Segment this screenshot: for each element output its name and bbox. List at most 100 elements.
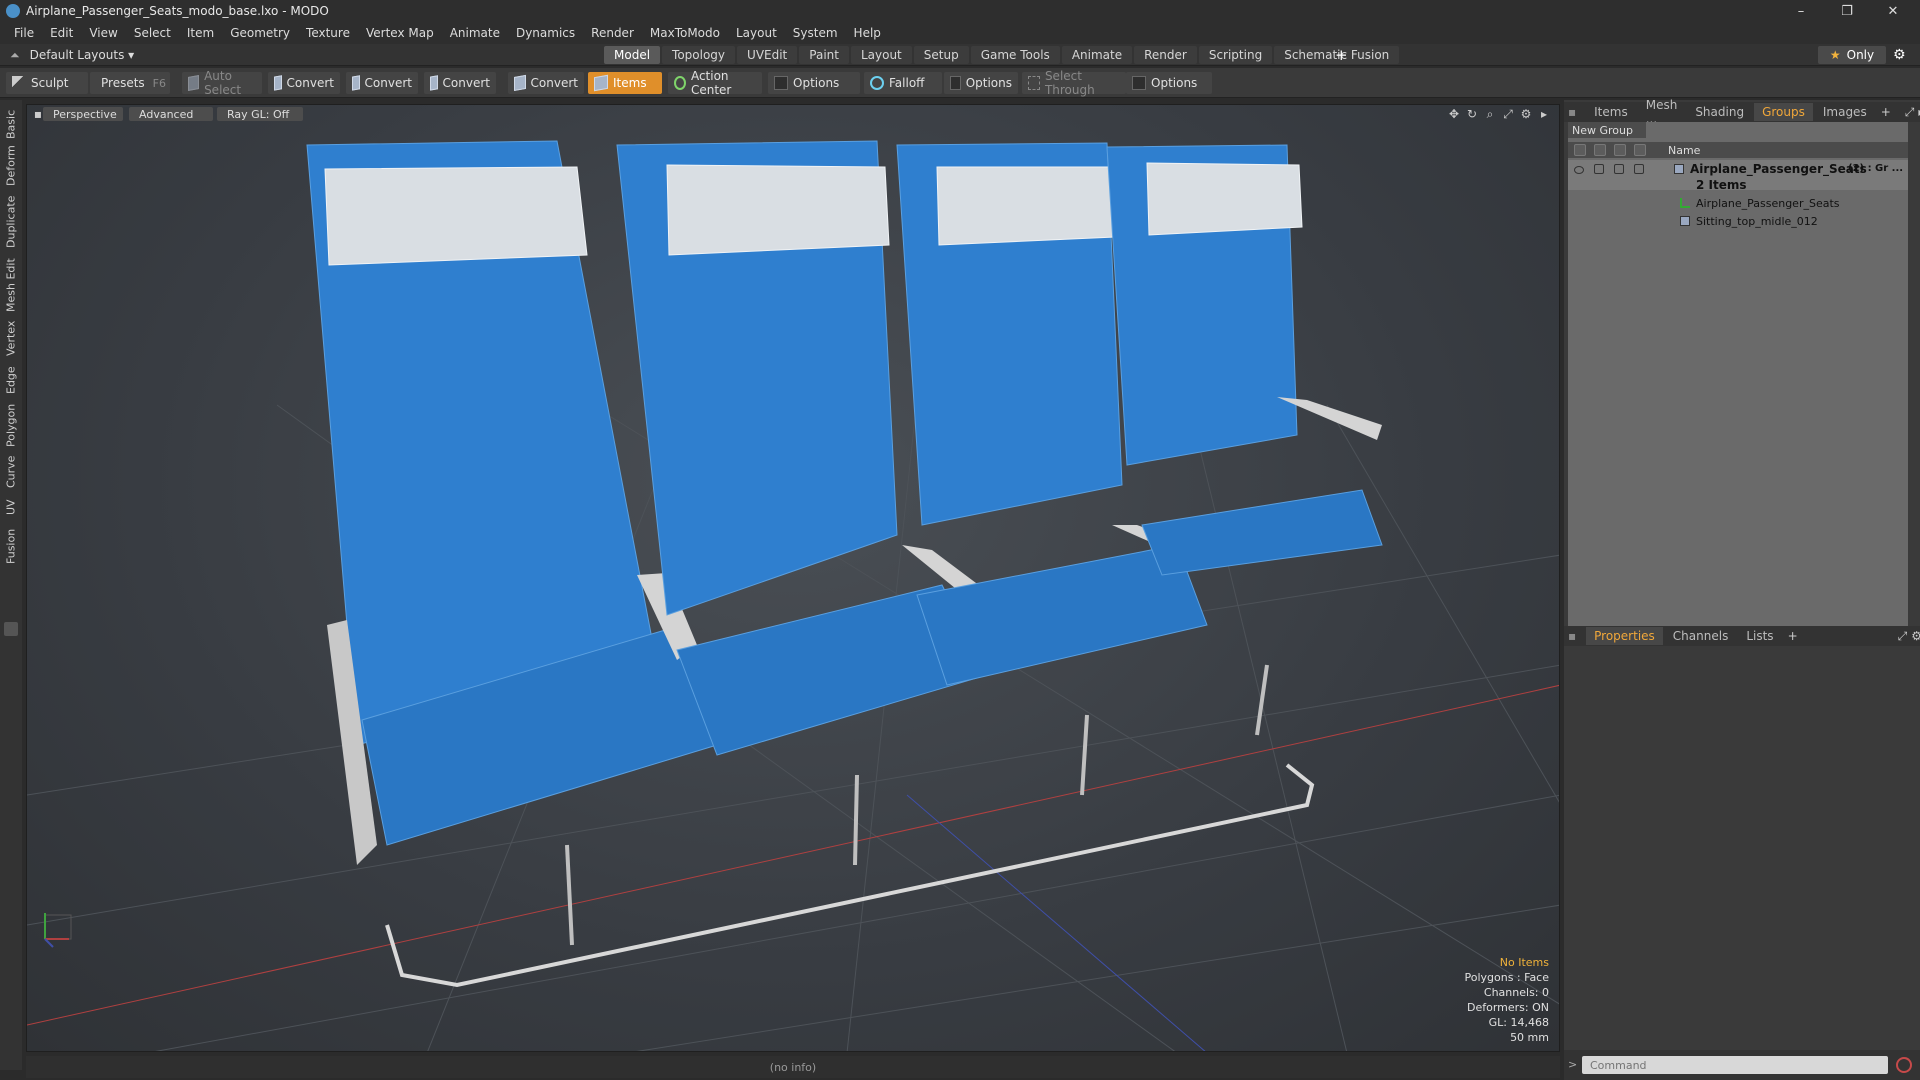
menu-vertex-map[interactable]: Vertex Map xyxy=(358,26,442,40)
menu-select[interactable]: Select xyxy=(126,26,179,40)
lock-toggle[interactable] xyxy=(1614,164,1624,174)
menu-edit[interactable]: Edit xyxy=(42,26,81,40)
tab-vertex[interactable]: Vertex xyxy=(0,318,22,358)
lock-column-icon[interactable] xyxy=(1614,144,1626,156)
options-label-2: Options xyxy=(965,76,1012,90)
command-input[interactable] xyxy=(1582,1056,1888,1074)
tab-channels[interactable]: Channels xyxy=(1665,627,1737,645)
viewport-expand-icon[interactable]: ▸ xyxy=(1537,107,1551,121)
default-layouts-dropdown[interactable]: ⏶ Default Layouts ▾ xyxy=(10,44,134,66)
panel-gear-icon[interactable]: ⚙ xyxy=(1911,629,1920,643)
panel-menu-icon[interactable]: ▪ xyxy=(1564,627,1584,645)
convert-button-1[interactable]: Convert xyxy=(268,72,340,94)
tab-render[interactable]: Render xyxy=(1134,46,1197,64)
select-column-icon[interactable] xyxy=(1634,144,1646,156)
panel-expand-icon[interactable]: ⤢ xyxy=(1898,629,1908,644)
panel-toggle-button[interactable] xyxy=(4,622,18,636)
tab-mesh[interactable]: Mesh ... xyxy=(1638,98,1686,126)
falloff-button[interactable]: Falloff xyxy=(864,72,942,94)
action-center-button[interactable]: Action Center xyxy=(668,69,762,97)
tab-shading[interactable]: Shading xyxy=(1687,103,1752,121)
menu-render[interactable]: Render xyxy=(583,26,642,40)
options-button-1[interactable]: Options xyxy=(768,72,860,94)
viewport-settings-icon[interactable]: ⚙ xyxy=(1519,107,1533,121)
render-toggle[interactable] xyxy=(1594,164,1604,174)
restore-button[interactable]: ❐ xyxy=(1824,0,1870,22)
tab-scripting[interactable]: Scripting xyxy=(1198,46,1273,64)
3d-viewport[interactable]: ▪ Perspective Advanced Ray GL: Off ✥ ↻ ⌕… xyxy=(26,104,1560,1052)
group-row[interactable]: Airplane_Passenger_Seats (2) : Gr ... 2 … xyxy=(1568,160,1908,192)
tab-setup[interactable]: Setup xyxy=(913,46,969,64)
menu-texture[interactable]: Texture xyxy=(298,26,358,40)
convert-button-3[interactable]: Convert xyxy=(424,72,496,94)
menu-item[interactable]: Item xyxy=(179,26,222,40)
tab-polygon[interactable]: Polygon xyxy=(0,402,22,448)
only-toggle[interactable]: ★ Only xyxy=(1818,46,1886,64)
menu-layout[interactable]: Layout xyxy=(728,26,785,40)
tab-game-tools[interactable]: Game Tools xyxy=(970,46,1060,64)
panel-expand-icon[interactable]: ⤢ xyxy=(1905,105,1915,120)
view-mode-button[interactable]: Perspective xyxy=(43,107,123,121)
tab-lists[interactable]: Lists xyxy=(1738,627,1781,645)
select-toggle[interactable] xyxy=(1634,164,1644,174)
raygl-button[interactable]: Ray GL: Off xyxy=(217,107,303,121)
tab-model[interactable]: Model xyxy=(604,46,661,64)
add-panel-tab-icon[interactable]: + xyxy=(1881,105,1891,119)
tab-deform[interactable]: Deform xyxy=(0,146,22,187)
options-button-3[interactable]: Options xyxy=(1126,72,1212,94)
menu-animate[interactable]: Animate xyxy=(442,26,508,40)
items-mode-button[interactable]: Items xyxy=(588,72,662,94)
gear-icon[interactable]: ⚙ xyxy=(1893,47,1906,63)
close-button[interactable]: ✕ xyxy=(1870,0,1916,22)
command-execute-icon[interactable] xyxy=(1896,1057,1912,1073)
menu-geometry[interactable]: Geometry xyxy=(222,26,298,40)
tab-edge[interactable]: Edge xyxy=(0,364,22,396)
tab-properties[interactable]: Properties xyxy=(1586,627,1663,645)
options-button-2[interactable]: Options xyxy=(944,72,1018,94)
zoom-icon[interactable]: ⌕ xyxy=(1483,107,1497,121)
tab-paint[interactable]: Paint xyxy=(799,46,849,64)
command-bar: > xyxy=(1564,1050,1920,1080)
minimize-button[interactable]: – xyxy=(1778,0,1824,22)
add-panel-tab-icon[interactable]: + xyxy=(1788,629,1798,643)
tab-items[interactable]: Items xyxy=(1586,103,1636,121)
tab-fusion[interactable]: Fusion xyxy=(0,526,22,566)
pan-icon[interactable]: ✥ xyxy=(1447,107,1461,121)
group-child-row-2[interactable]: Sitting_top_midle_012 xyxy=(1568,212,1908,230)
panel-menu-icon[interactable]: ▪ xyxy=(1564,103,1584,121)
new-group-button[interactable]: New Group xyxy=(1568,122,1646,138)
tab-topology[interactable]: Topology xyxy=(662,46,736,64)
tab-uvedit[interactable]: UVEdit xyxy=(737,46,798,64)
group-child-row-1[interactable]: Airplane_Passenger_Seats xyxy=(1568,194,1908,212)
menu-system[interactable]: System xyxy=(785,26,846,40)
menu-file[interactable]: File xyxy=(6,26,42,40)
viewport-info: No Items Polygons : Face Channels: 0 Def… xyxy=(1464,955,1549,1045)
visibility-column-icon[interactable] xyxy=(1574,144,1586,156)
convert-button-4[interactable]: Convert xyxy=(508,72,584,94)
presets-button[interactable]: Presets F6 xyxy=(90,72,170,94)
menu-help[interactable]: Help xyxy=(846,26,889,40)
tab-basic[interactable]: Basic xyxy=(0,108,22,140)
selection-info: No Items xyxy=(1499,956,1549,969)
shading-mode-button[interactable]: Advanced xyxy=(129,107,213,121)
rotate-icon[interactable]: ↻ xyxy=(1465,107,1479,121)
tab-duplicate[interactable]: Duplicate xyxy=(0,194,22,250)
menu-maxtomodo[interactable]: MaxToModo xyxy=(642,26,728,40)
select-through-button[interactable]: Select Through xyxy=(1022,69,1126,97)
fit-icon[interactable]: ⤢ xyxy=(1501,107,1515,121)
menu-view[interactable]: View xyxy=(81,26,125,40)
tab-uv[interactable]: UV xyxy=(0,496,22,518)
sculpt-button[interactable]: Sculpt xyxy=(6,72,88,94)
menu-dynamics[interactable]: Dynamics xyxy=(508,26,583,40)
render-column-icon[interactable] xyxy=(1594,144,1606,156)
tab-animate[interactable]: Animate xyxy=(1061,46,1133,64)
visibility-eye-icon[interactable] xyxy=(1574,166,1584,174)
tab-mesh-edit[interactable]: Mesh Edit xyxy=(0,258,22,312)
tab-layout[interactable]: Layout xyxy=(850,46,912,64)
convert-button-2[interactable]: Convert xyxy=(346,72,418,94)
tab-images[interactable]: Images xyxy=(1815,103,1875,121)
add-tab-button[interactable]: + xyxy=(1335,46,1348,64)
auto-select-button[interactable]: Auto Select xyxy=(182,69,262,97)
tab-curve[interactable]: Curve xyxy=(0,454,22,490)
tab-groups[interactable]: Groups xyxy=(1754,103,1813,121)
